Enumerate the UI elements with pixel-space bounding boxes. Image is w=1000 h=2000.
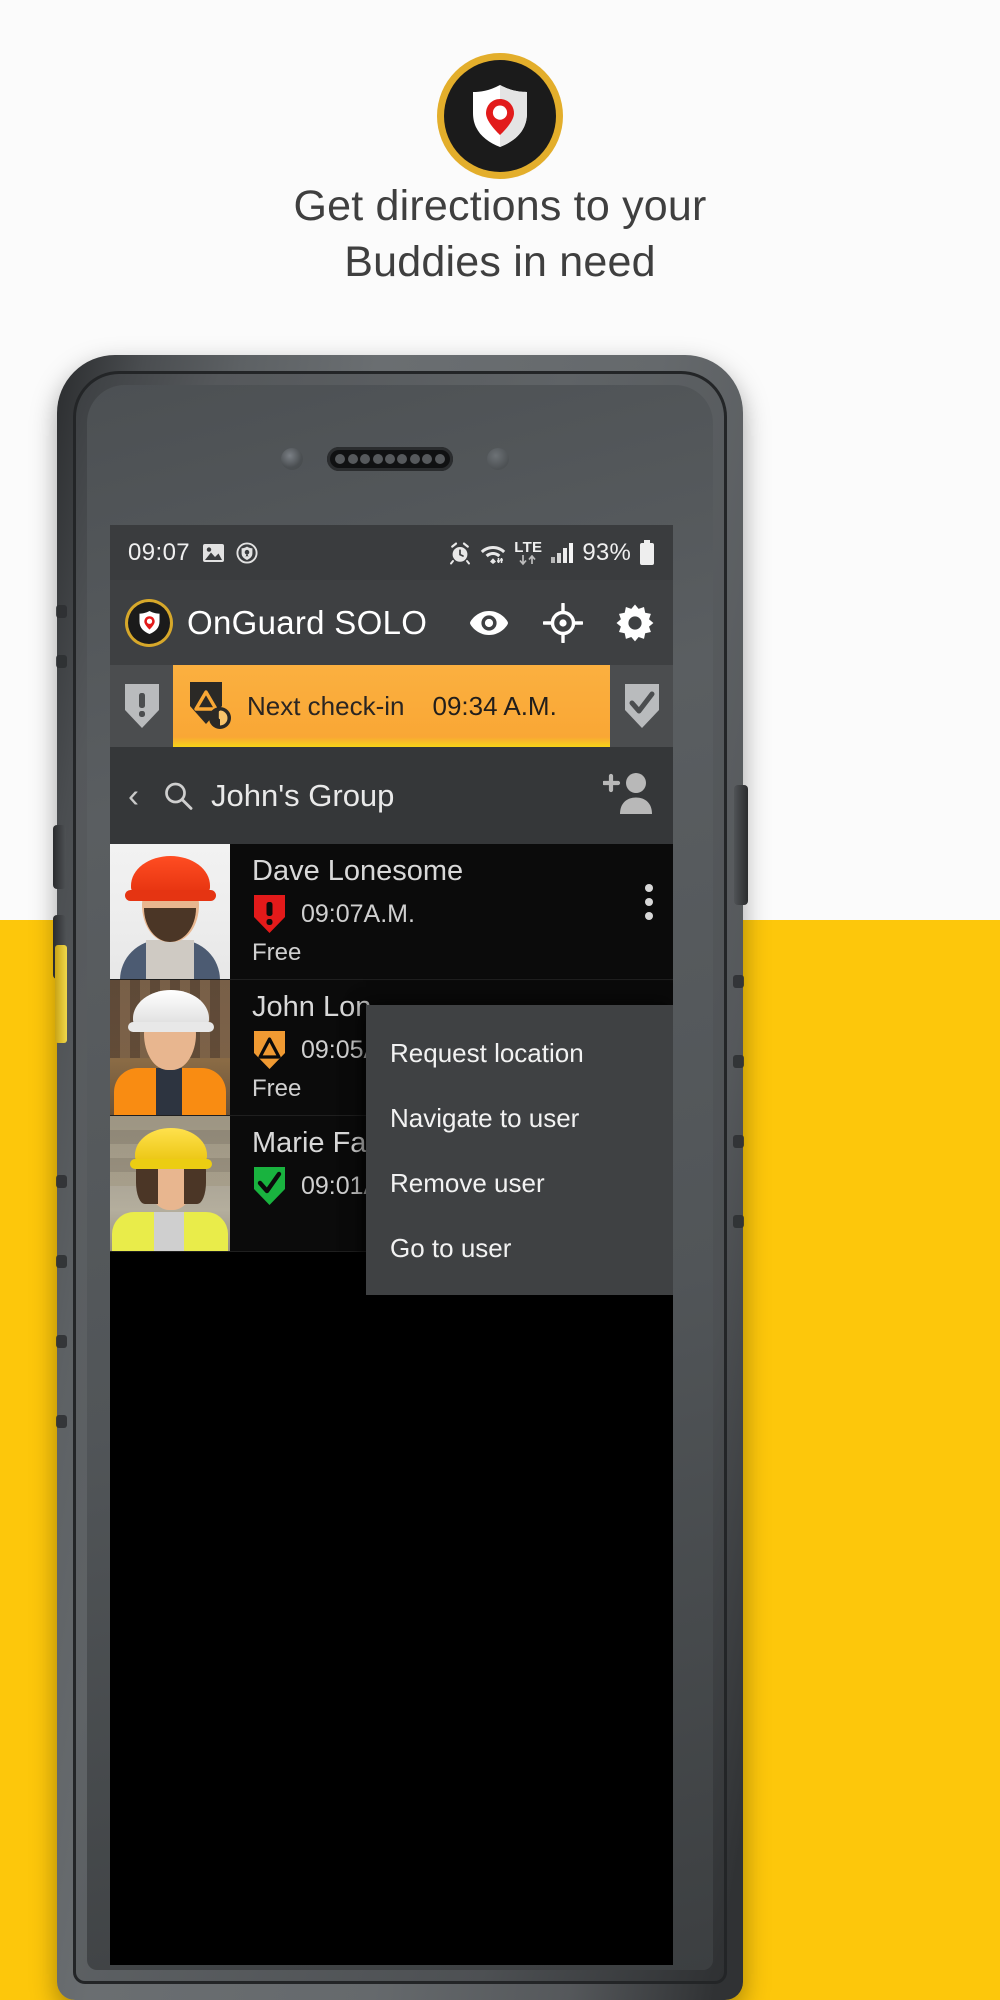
power-button[interactable] <box>734 785 748 905</box>
group-title: John's Group <box>211 777 395 813</box>
lte-icon: LTE <box>514 540 542 566</box>
checkin-time: 09:34 A.M. <box>432 690 557 721</box>
gear-icon[interactable] <box>615 603 655 643</box>
phone-grip-notch <box>56 605 67 618</box>
menu-item-go-to-user[interactable]: Go to user <box>366 1216 673 1281</box>
phone-grip-notch <box>733 1215 744 1228</box>
alert-shield-icon <box>124 684 159 728</box>
check-shield-button[interactable] <box>610 665 673 747</box>
add-user-icon <box>601 773 652 814</box>
phone-mockup: 09:07 LTE 93% OnGuard SOLO Next check-in… <box>53 355 748 2000</box>
phone-grip-notch <box>56 655 67 668</box>
avatar <box>110 980 230 1115</box>
phone-grip-notch <box>56 1175 67 1188</box>
volume-up-button[interactable] <box>53 825 66 889</box>
alert-shield-button[interactable] <box>110 665 173 747</box>
signal-bars-icon <box>551 542 574 563</box>
user-list: Dave Lonesome 09:07A.M. Free John Lon 09… <box>110 844 673 1792</box>
crosshair-icon[interactable] <box>543 602 583 643</box>
search-icon[interactable] <box>162 780 194 812</box>
alarm-icon <box>450 542 471 564</box>
avatar <box>110 1116 230 1251</box>
checkin-banner[interactable]: Next check-in 09:34 A.M. <box>173 665 610 747</box>
battery-percent: 93% <box>582 538 631 566</box>
page-title-line1: Get directions to your <box>293 182 707 230</box>
warning-shield-icon <box>254 1031 285 1070</box>
menu-item-navigate-to-user[interactable]: Navigate to user <box>366 1086 673 1151</box>
menu-item-remove-user[interactable]: Remove user <box>366 1151 673 1216</box>
check-shield-icon <box>624 684 659 728</box>
user-time: 09:07A.M. <box>301 899 415 928</box>
app-title: OnGuard SOLO <box>187 603 428 641</box>
phone-grip-notch <box>733 1055 744 1068</box>
menu-item-request-location[interactable]: Request location <box>366 1021 673 1086</box>
app-bar: OnGuard SOLO <box>110 580 673 665</box>
back-button[interactable]: ‹ <box>128 779 162 812</box>
alert-shield-icon <box>254 895 285 934</box>
sos-button[interactable] <box>55 945 67 1043</box>
front-sensor-icon <box>281 448 303 470</box>
lte-arrows-icon <box>519 554 536 565</box>
status-bar: 09:07 LTE 93% <box>110 525 673 580</box>
image-icon <box>203 543 225 562</box>
avatar <box>110 844 230 979</box>
group-bar: ‹ John's Group <box>110 747 673 844</box>
context-menu: Request location Navigate to user Remove… <box>366 1005 673 1295</box>
check-shield-icon <box>254 1167 285 1206</box>
kebab-menu-icon[interactable] <box>645 884 653 920</box>
phone-screen: 09:07 LTE 93% OnGuard SOLO Next check-in… <box>110 525 673 1965</box>
battery-icon <box>640 539 654 565</box>
checkin-label: Next check-in <box>247 690 405 721</box>
app-bar-logo <box>128 601 170 644</box>
phone-grip-notch <box>733 975 744 988</box>
shield-pin-logo-icon <box>138 611 160 634</box>
checkin-timer-icon <box>190 682 231 729</box>
phone-grip-notch <box>733 1135 744 1148</box>
table-row[interactable]: Dave Lonesome 09:07A.M. Free <box>110 844 673 980</box>
user-status: Free <box>252 939 302 967</box>
front-camera-icon <box>487 448 509 470</box>
checkin-bar: Next check-in 09:34 A.M. <box>110 665 673 747</box>
earpiece-speaker <box>327 447 453 471</box>
status-bar-time: 09:07 <box>128 538 191 566</box>
shield-pin-logo-icon <box>473 85 527 147</box>
list-empty-area <box>110 1252 673 1792</box>
page-title-line2: Buddies in need <box>344 238 656 286</box>
phone-grip-notch <box>56 1415 67 1428</box>
wifi-icon <box>481 545 506 564</box>
page-title: Get directions to your Buddies in need <box>80 178 920 290</box>
shield-icon <box>236 541 258 564</box>
add-user-button[interactable] <box>601 770 655 821</box>
eye-icon[interactable] <box>467 608 511 638</box>
app-logo <box>444 60 556 172</box>
phone-grip-notch <box>56 1255 67 1268</box>
user-name: Dave Lonesome <box>252 855 464 887</box>
phone-grip-notch <box>56 1335 67 1348</box>
